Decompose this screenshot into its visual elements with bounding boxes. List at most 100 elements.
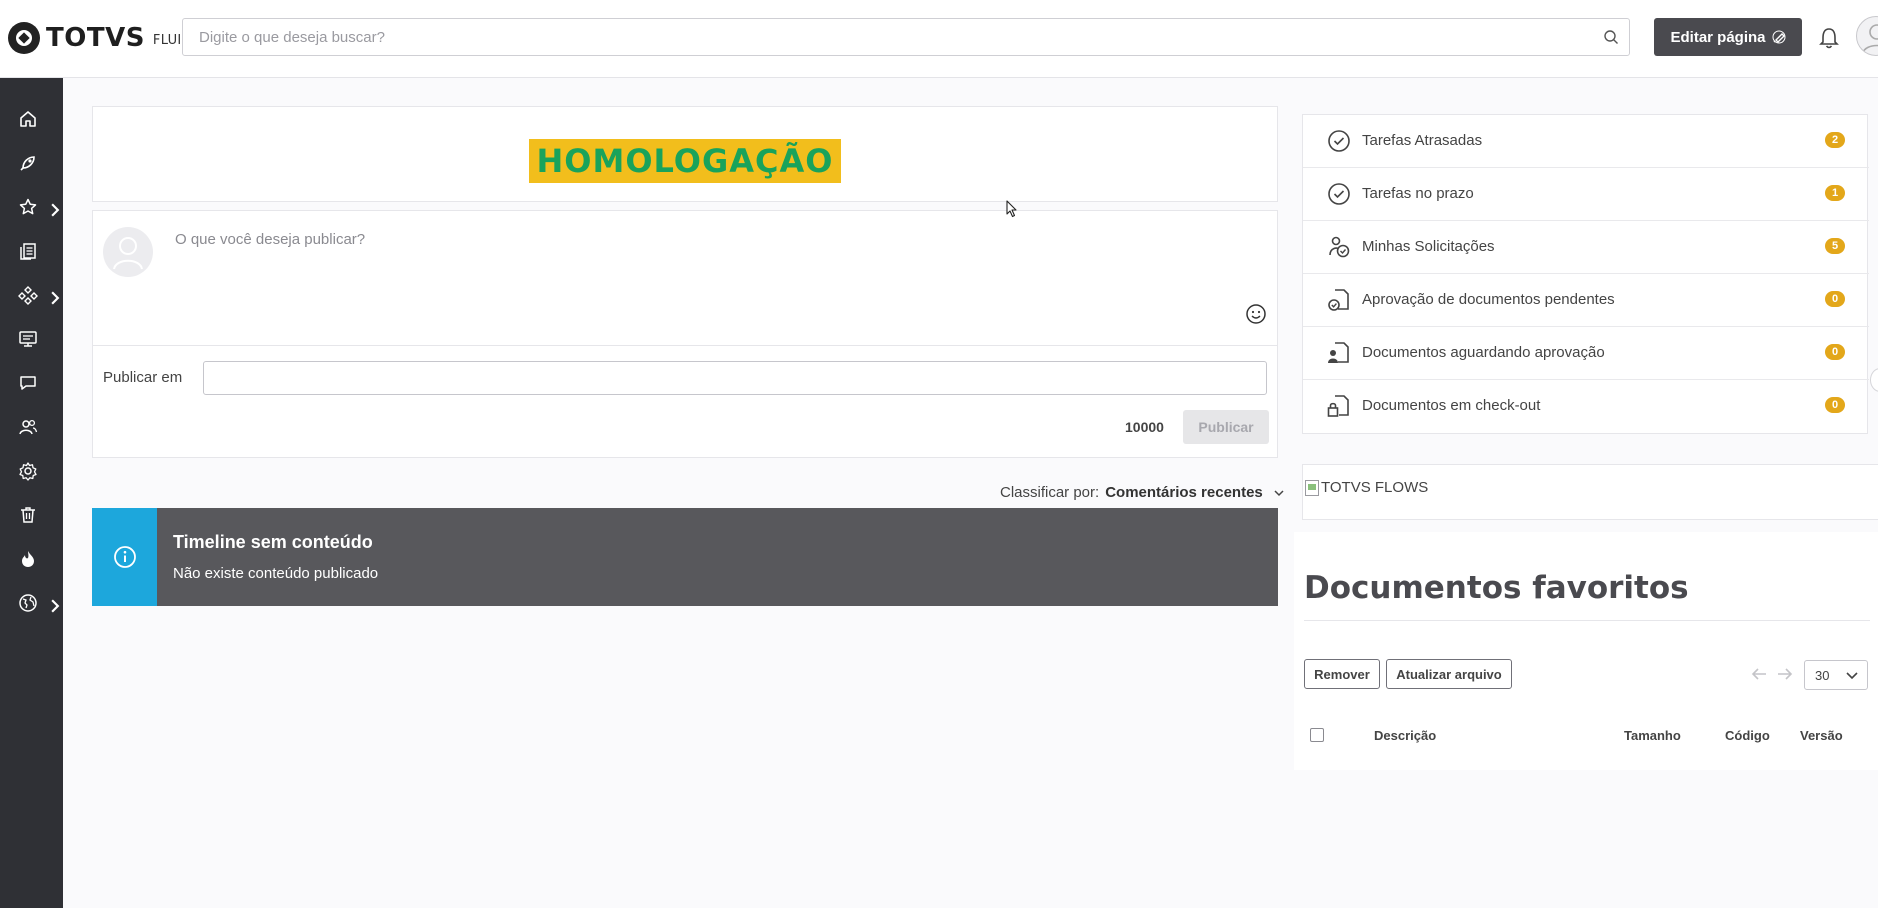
document-clock-icon [1328,289,1349,311]
tasks-panel: Tarefas Atrasadas 2 Tarefas no prazo 1 M… [1302,114,1869,434]
post-composer: Publicar em 10000 Publicar [92,210,1278,458]
count-badge: 0 [1825,344,1845,360]
totvs-flows-image[interactable]: TOTVS FLOWS [1305,479,1428,496]
composer-avatar [103,227,153,277]
publish-button[interactable]: Publicar [1183,410,1269,444]
favorites-title: Documentos favoritos [1304,570,1689,606]
chevron-right-icon [51,291,60,305]
search-box [182,18,1630,56]
notifications-bell-icon[interactable] [1818,26,1840,50]
edit-page-label: Editar página [1670,28,1766,46]
publish-in-input[interactable] [203,361,1267,395]
favorites-divider [1304,620,1870,621]
emoji-icon[interactable] [1245,303,1267,325]
character-counter: 10000 [1125,419,1164,435]
totvs-logo-icon [8,22,40,54]
task-label: Documentos em check-out [1362,397,1541,414]
favorite-documents-panel: Documentos favoritos Remover Atualizar a… [1294,532,1878,770]
sidebar-item-home[interactable] [0,99,63,139]
document-user-icon [1328,342,1349,363]
environment-banner: HOMOLOGAÇÃO [529,139,841,183]
count-badge: 5 [1825,238,1845,254]
presentation-icon [19,331,37,347]
document-lock-icon [1327,395,1349,417]
sort-label: Classificar por: [1000,484,1100,501]
sidebar-item-trash[interactable] [0,495,63,535]
users-icon [19,419,38,435]
chevron-down-icon [1274,489,1284,496]
task-label: Aprovação de documentos pendentes [1362,291,1615,308]
sort-value: Comentários recentes [1105,484,1263,501]
sidebar-item-communities[interactable] [0,407,63,447]
globe-icon [19,594,37,612]
sidebar-item-settings[interactable] [0,451,63,491]
sidebar-item-web[interactable] [0,583,63,623]
broken-image-icon [1305,479,1319,496]
task-row-checkout[interactable]: Documentos em check-out 0 [1303,380,1869,433]
count-badge: 2 [1825,132,1845,148]
sidebar-item-processes[interactable] [0,275,63,315]
mouse-cursor-icon [1006,200,1017,218]
user-avatar-icon [113,237,143,270]
gear-icon [19,462,37,481]
task-row-my-requests[interactable]: Minhas Solicitações 5 [1303,221,1869,274]
arrow-left-icon[interactable] [1750,666,1768,682]
count-badge: 0 [1825,291,1845,307]
side-panel-toggle[interactable] [1870,368,1878,392]
chevron-down-icon [1846,672,1858,680]
page-size-select[interactable]: 30 [1804,660,1868,690]
clock-check-icon [1328,130,1350,152]
update-file-button[interactable]: Atualizar arquivo [1386,659,1512,689]
remove-button[interactable]: Remover [1304,659,1380,689]
brand-logo[interactable]: TOTVS FLUIG [8,20,192,56]
home-icon [20,111,36,127]
info-icon [113,546,136,568]
brand-name: TOTVS [46,23,145,53]
task-row-overdue[interactable]: Tarefas Atrasadas 2 [1303,115,1869,168]
task-label: Documentos aguardando aprovação [1362,344,1605,361]
search-icon[interactable] [1603,29,1619,45]
environment-banner-panel: HOMOLOGAÇÃO [92,106,1278,202]
task-label: Tarefas no prazo [1362,185,1474,202]
post-textarea[interactable] [175,231,1235,321]
workflow-icon [18,286,38,305]
totvs-flows-alt: TOTVS FLOWS [1321,479,1429,496]
chevron-right-icon [51,203,60,217]
sidebar-item-gamification[interactable] [0,539,63,579]
sidebar-item-favorites[interactable] [0,187,63,227]
count-badge: 0 [1825,397,1845,413]
flame-icon [22,551,34,567]
edit-page-button[interactable]: Editar página [1654,18,1802,56]
clock-check-icon [1328,183,1350,205]
alert-message: Não existe conteúdo publicado [173,565,379,582]
count-badge: 1 [1825,185,1845,201]
column-header-code[interactable]: Código [1725,728,1770,743]
user-avatar-icon [1862,24,1878,54]
user-avatar[interactable] [1856,16,1878,56]
task-row-pending-approval[interactable]: Aprovação de documentos pendentes 0 [1303,274,1869,327]
arrow-right-icon[interactable] [1776,666,1794,682]
user-clock-icon [1329,236,1350,258]
column-header-size[interactable]: Tamanho [1624,728,1681,743]
star-icon [19,198,37,215]
search-input[interactable] [183,19,1629,55]
task-row-awaiting-approval[interactable]: Documentos aguardando aprovação 0 [1303,327,1869,380]
empty-timeline-alert: Timeline sem conteúdo Não existe conteúd… [92,508,1278,606]
select-all-checkbox[interactable] [1310,728,1324,742]
sidebar-item-launch[interactable] [0,143,63,183]
sidebar-item-messages[interactable] [0,363,63,403]
task-label: Tarefas Atrasadas [1362,132,1483,149]
timeline-sort[interactable]: Classificar por: Comentários recentes [1000,484,1285,501]
top-header: TOTVS FLUIG Editar página [0,0,1878,78]
column-header-description[interactable]: Descrição [1374,728,1436,743]
sidebar-item-documents[interactable] [0,231,63,271]
documents-icon [20,243,36,260]
sidebar-item-presentations[interactable] [0,319,63,359]
chat-icon [20,376,36,390]
chevron-right-icon [51,599,60,613]
trash-icon [21,507,35,523]
column-header-version[interactable]: Versão [1800,728,1843,743]
composer-divider [93,345,1277,346]
task-row-on-time[interactable]: Tarefas no prazo 1 [1303,168,1869,221]
rocket-icon [20,156,35,171]
